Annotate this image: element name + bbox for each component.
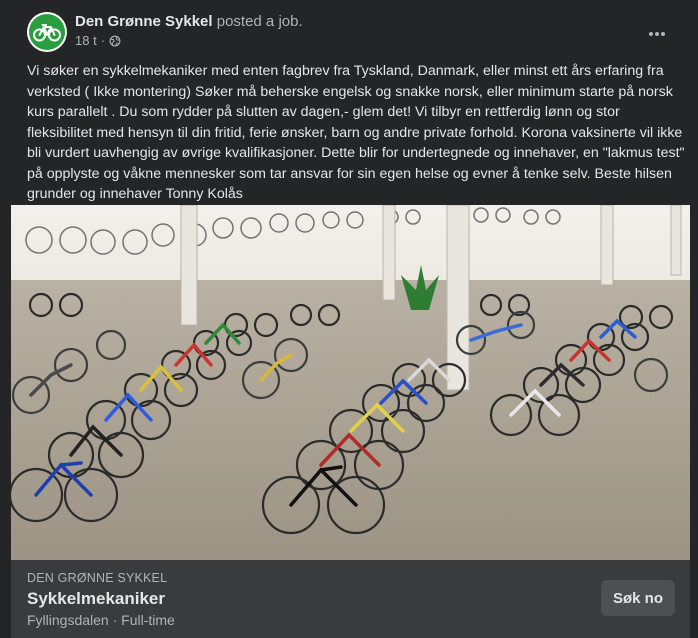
- post-meta: 18 t ·: [75, 33, 121, 48]
- job-location-type: Fyllingsdalen · Full-time: [27, 612, 175, 628]
- job-title[interactable]: Sykkelmekaniker: [27, 589, 165, 609]
- dot-separator: ·: [100, 33, 106, 48]
- post-body-text: Vi søker en sykkelmekaniker med enten fa…: [27, 63, 685, 202]
- apply-button[interactable]: Søk no: [600, 580, 675, 616]
- globe-icon: [109, 35, 121, 46]
- author-name-link[interactable]: Den Grønne Sykkel: [75, 13, 213, 30]
- post-header: Den Grønne Sykkel posted a job. 18 t ·: [27, 12, 687, 52]
- bicycle-logo-icon: [29, 14, 65, 50]
- post-card: Den Grønne Sykkel posted a job. 18 t · V…: [0, 0, 698, 638]
- post-author-line: Den Grønne Sykkel posted a job.: [75, 13, 303, 30]
- bike-warehouse-image: [11, 205, 690, 560]
- job-company: DEN GRØNNE SYKKEL: [27, 571, 168, 585]
- avatar[interactable]: [27, 12, 67, 52]
- more-dots-icon: [649, 32, 665, 36]
- post-timestamp[interactable]: 18 t: [75, 33, 97, 48]
- more-options-button[interactable]: [639, 16, 675, 52]
- post-photo[interactable]: [11, 205, 690, 560]
- post-action-text: posted a job.: [212, 13, 303, 30]
- job-attachment[interactable]: DEN GRØNNE SYKKEL Sykkelmekaniker Fyllin…: [11, 560, 690, 638]
